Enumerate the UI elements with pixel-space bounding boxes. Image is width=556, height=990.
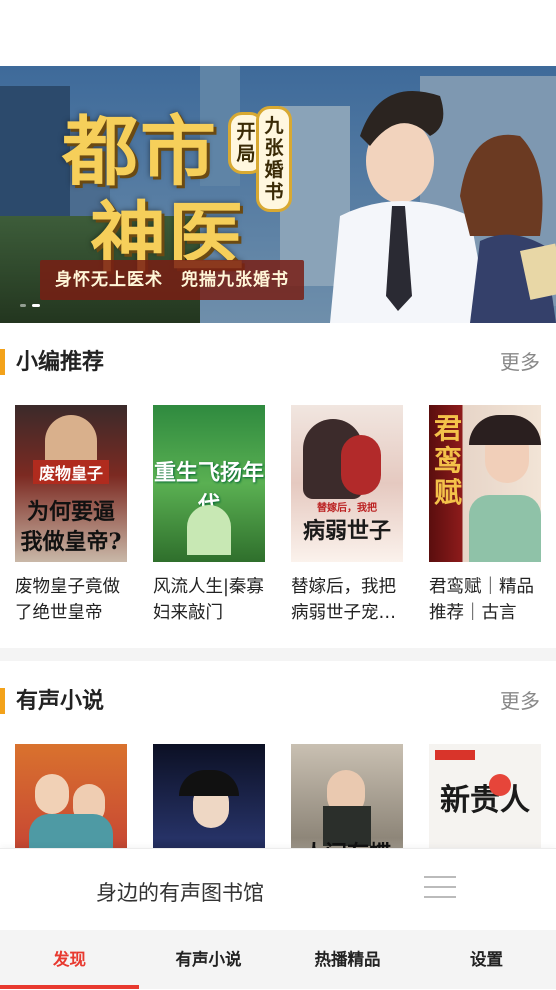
cover-art [341,435,381,495]
status-area [0,0,556,66]
section-header-audio: 有声小说 更多 [0,677,556,721]
cover-art [469,495,541,562]
cover-art [187,505,231,555]
tab-hot-picks[interactable]: 热播精品 [278,930,417,989]
book-cover[interactable]: 替嫁后，我把 病弱世子 [291,405,403,562]
book-title: 替嫁后，我把病弱世子宠上天 [291,577,396,623]
section-header-recommend: 小编推荐 更多 [0,338,556,382]
banner-dot-active [32,304,40,307]
cover-logo [435,750,475,760]
promo-banner[interactable]: 都市 神医 开局 九张婚书 身怀无上医术 兜揣九张婚书 [0,66,556,323]
cover-seal [489,774,511,796]
tab-discover[interactable]: 发现 [0,930,139,989]
cover-top-text: 废物皇子 [33,460,109,484]
cover-text: 病弱世子 [302,518,391,544]
section-title: 有声小说 [16,689,105,714]
section-accent-bar [0,688,5,714]
section-divider [0,648,556,661]
banner-tag-books: 九张婚书 [256,106,292,212]
book-title: 君鸾赋｜精品推荐｜古言 [429,577,534,623]
section-accent-bar [0,349,5,375]
tab-audio-novels[interactable]: 有声小说 [139,930,278,989]
banner-subtitle: 身怀无上医术 兜揣九张婚书 [40,260,304,300]
book-card[interactable]: 替嫁后，我把 病弱世子 替嫁后，我把病弱世子宠上天 [291,405,403,626]
book-cover[interactable]: 君鸾赋 [429,405,541,562]
book-card[interactable]: 废物皇子 为何要逼我做皇帝? 废物皇子竟做了绝世皇帝 [15,405,127,626]
book-title: 废物皇子竟做了绝世皇帝 [15,577,120,623]
cover-text: 新贵人 [440,783,530,818]
more-link[interactable]: 更多 [500,685,540,714]
audio-player-bar[interactable]: 身边的有声图书馆 [0,848,556,931]
banner-dot [20,304,26,307]
cover-art [35,774,69,814]
cover-text: 为何要逼我做皇帝? [20,499,122,555]
book-title: 风流人生|秦寡妇来敲门 [153,577,264,623]
bottom-tab-bar: 发现 有声小说 热播精品 设置 [0,930,556,989]
cover-art [469,415,541,445]
book-cover[interactable]: 重生飞扬年代 [153,405,265,562]
cover-art [179,770,239,796]
cover-top-text: 替嫁后，我把 [317,503,377,514]
banner-pagination [20,304,40,307]
player-title: 身边的有声图书馆 [96,881,264,905]
book-card[interactable]: 重生飞扬年代 风流人生|秦寡妇来敲门 [153,405,265,626]
playlist-menu-icon[interactable] [424,876,456,906]
more-link[interactable]: 更多 [500,346,540,375]
book-card[interactable]: 君鸾赋 君鸾赋｜精品推荐｜古言 [429,405,541,626]
book-row-recommend: 废物皇子 为何要逼我做皇帝? 废物皇子竟做了绝世皇帝 重生飞扬年代 风流人生|秦… [15,405,541,626]
tab-settings[interactable]: 设置 [417,930,556,989]
cover-text: 君鸾赋 [433,412,462,509]
book-cover[interactable]: 废物皇子 为何要逼我做皇帝? [15,405,127,562]
section-title: 小编推荐 [16,350,105,375]
